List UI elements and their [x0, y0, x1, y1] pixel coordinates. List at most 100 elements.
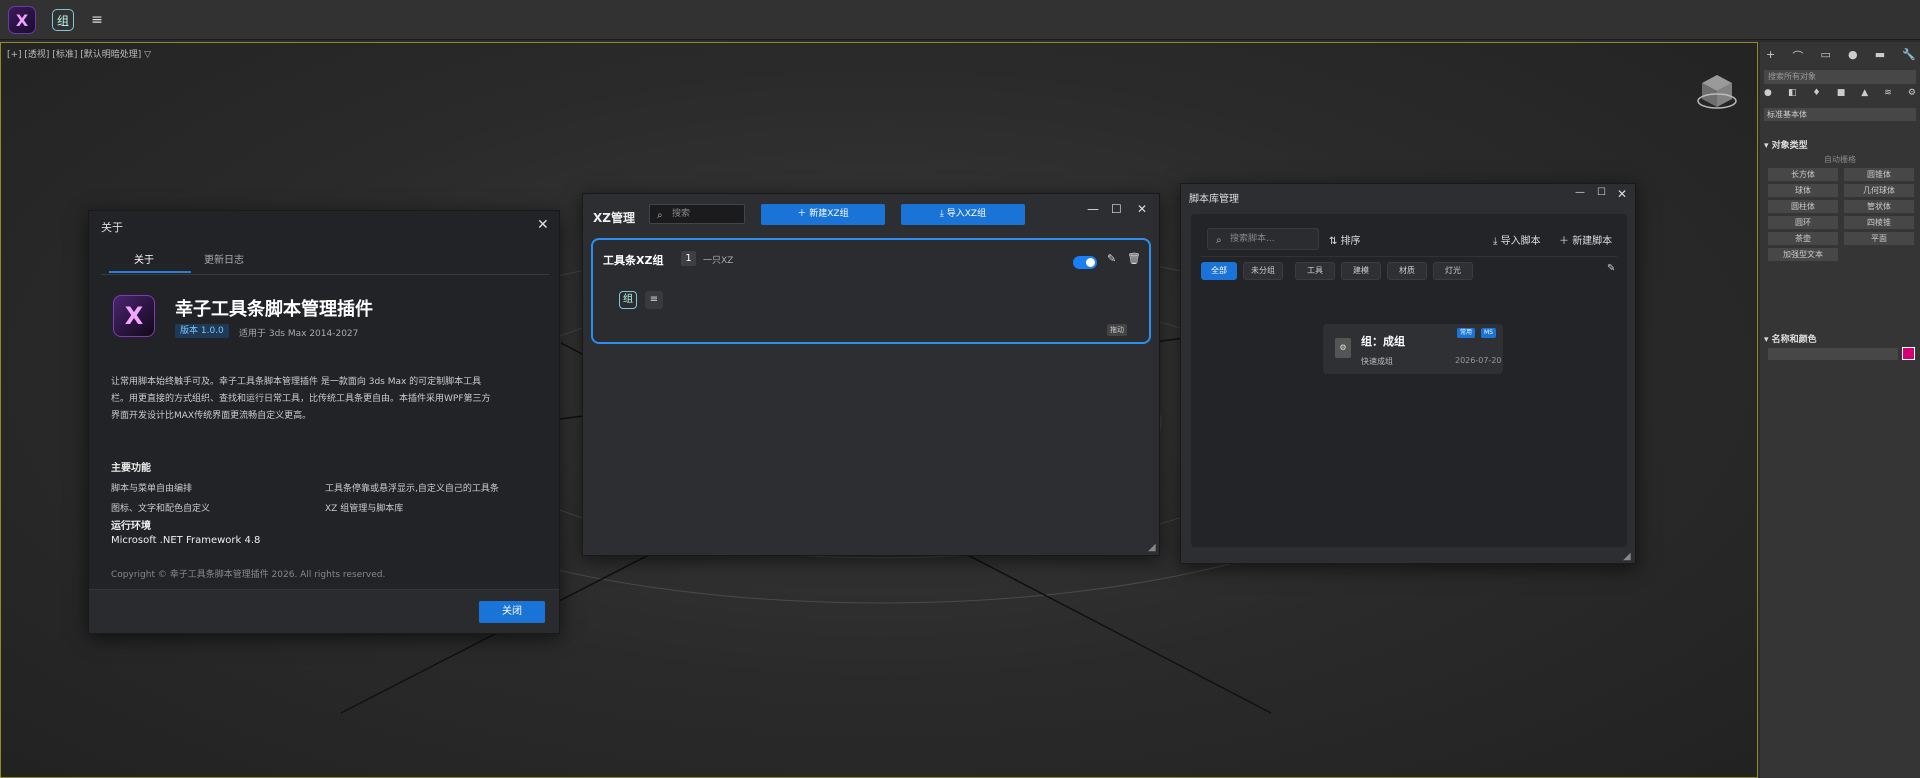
maximize-icon[interactable]: ☐	[1597, 187, 1606, 198]
close-icon[interactable]: ✕	[1137, 202, 1147, 216]
command-panel-tabs: + ⌒ ▭ ● ▬ 🔧	[1766, 48, 1916, 66]
geometry-icon[interactable]: ●	[1764, 88, 1772, 104]
pyramid-button[interactable]: 四棱锥	[1844, 216, 1914, 229]
drag-tag[interactable]: 拖动	[1107, 324, 1127, 336]
group-button[interactable]: 组	[52, 9, 74, 31]
xz-group-card[interactable]: 工具条XZ组 1 一只XZ ✎ 🗑 组 ≡ 拖动	[591, 238, 1151, 344]
app-title: 幸子工具条脚本管理插件	[175, 299, 373, 320]
xz-group-toggle[interactable]	[1073, 256, 1097, 269]
list-icon[interactable]: ≡	[645, 291, 663, 309]
resize-grip-icon[interactable]: ◢	[1623, 551, 1631, 562]
geosphere-button[interactable]: 几何球体	[1844, 184, 1914, 197]
utilities-tab-icon[interactable]: 🔧	[1902, 48, 1916, 66]
version-badge: 版本 1.0.0	[175, 324, 229, 338]
close-icon[interactable]: ✕	[1617, 187, 1627, 201]
category-icons: ● ◧ ♦ ■ ▲ ≋ ⚙	[1764, 88, 1916, 104]
xz-search-input[interactable]: ⌕ 搜索	[649, 204, 745, 224]
display-tab-icon[interactable]: ▬	[1875, 48, 1885, 66]
box-button[interactable]: 长方体	[1768, 168, 1838, 181]
object-name-field[interactable]	[1768, 348, 1898, 360]
script-item[interactable]: ⚙ 组：成组 常用 MS 快速成组 2026-07-20	[1323, 324, 1503, 374]
primitive-type-dropdown[interactable]: 标准基本体	[1764, 108, 1916, 121]
script-subtitle: 快速成组	[1361, 357, 1393, 366]
object-search-input[interactable]: 搜索所有对象	[1764, 70, 1916, 84]
shapes-icon[interactable]: ◧	[1788, 88, 1797, 104]
primitive-buttons: 长方体 圆锥体 球体 几何球体 圆柱体 管状体 圆环 四棱锥 茶壶 平面 加强型…	[1768, 168, 1914, 261]
xz-group-name: 工具条XZ组	[603, 254, 664, 267]
edit-icon[interactable]: ✎	[1607, 263, 1615, 274]
systems-icon[interactable]: ⚙	[1908, 88, 1916, 104]
auto-grid-checkbox[interactable]: 自动栅格	[1764, 154, 1916, 165]
xz-manager-window: XZ管理 ⌕ 搜索 ＋ 新建XZ组 ⤓ 导入XZ组 — ☐ ✕ 工具条XZ组 1…	[582, 193, 1160, 556]
about-dialog-title: 关于	[101, 221, 123, 234]
sort-button[interactable]: ⇅ 排序	[1329, 232, 1361, 247]
script-search-input[interactable]: ⌕ 搜索脚本...	[1207, 228, 1319, 250]
feature-item: 工具条停靠或悬浮显示,自定义自己的工具条	[325, 484, 499, 494]
cone-button[interactable]: 圆锥体	[1844, 168, 1914, 181]
filter-chip-tools[interactable]: 工具	[1295, 262, 1335, 280]
resize-grip-icon[interactable]: ◢	[1148, 542, 1156, 553]
search-icon: ⌕	[657, 210, 663, 221]
filter-chip-ungrouped[interactable]: 未分组	[1243, 262, 1283, 280]
app-description: 让常用脚本始终触手可及。幸子工具条脚本管理插件 是一款面向 3ds Max 的可…	[111, 377, 491, 421]
spacewarps-icon[interactable]: ≋	[1884, 88, 1892, 104]
maximize-icon[interactable]: ☐	[1111, 202, 1122, 216]
close-icon[interactable]: ✕	[537, 217, 549, 233]
object-color-swatch[interactable]	[1902, 347, 1915, 360]
import-script-button[interactable]: ⤓ 导入脚本	[1493, 232, 1541, 247]
lights-icon[interactable]: ♦	[1813, 88, 1821, 104]
text-plus-button[interactable]: 加强型文本	[1768, 248, 1838, 261]
env-value: Microsoft .NET Framework 4.8	[111, 535, 261, 546]
divider	[101, 274, 549, 275]
teapot-button[interactable]: 茶壶	[1768, 232, 1838, 245]
list-menu-icon[interactable]: ≡	[86, 9, 108, 31]
group-icon[interactable]: 组	[619, 291, 637, 309]
cylinder-button[interactable]: 圆柱体	[1768, 200, 1838, 213]
close-button[interactable]: 关闭	[479, 601, 545, 623]
filter-chip-material[interactable]: 材质	[1387, 262, 1427, 280]
search-icon: ⌕	[1216, 235, 1222, 246]
viewcube-icon[interactable]	[1696, 71, 1738, 113]
script-library-window: 脚本库管理 — ☐ ✕ ⌕ 搜索脚本... ⇅ 排序 ⤓ 导入脚本 ＋ 新建脚本…	[1180, 183, 1636, 564]
plane-button[interactable]: 平面	[1844, 232, 1914, 245]
script-badge: 常用	[1457, 328, 1476, 338]
create-tab-icon[interactable]: +	[1766, 48, 1775, 66]
sphere-button[interactable]: 球体	[1768, 184, 1838, 197]
feature-item: XZ 组管理与脚本库	[325, 504, 404, 514]
script-file-icon: ⚙	[1335, 338, 1351, 358]
top-toolbar: X 组 ≡	[0, 0, 1920, 40]
xz-group-subtitle: 一只XZ	[703, 256, 734, 266]
edit-icon[interactable]: ✎	[1107, 252, 1116, 265]
script-date: 2026-07-20	[1455, 356, 1502, 365]
tab-underline	[109, 271, 191, 273]
features-heading: 主要功能	[111, 463, 151, 474]
app-logo-icon[interactable]: X	[8, 6, 36, 34]
copyright-text: Copyright © 幸子工具条脚本管理插件 2026. All rights…	[111, 570, 386, 580]
minimize-icon[interactable]: —	[1087, 202, 1099, 216]
cameras-icon[interactable]: ■	[1837, 88, 1846, 104]
name-color-section[interactable]: ▾ 名称和颜色	[1764, 332, 1916, 345]
viewport-label[interactable]: [+] [透视] [标准] [默认明暗处理] ▽	[7, 47, 151, 60]
torus-button[interactable]: 圆环	[1768, 216, 1838, 229]
about-dialog: 关于 ✕ 关于 更新日志 X 幸子工具条脚本管理插件 版本 1.0.0 适用于 …	[88, 210, 560, 634]
new-xz-group-button[interactable]: ＋ 新建XZ组	[761, 204, 885, 225]
tab-about[interactable]: 关于	[134, 251, 154, 266]
new-script-button[interactable]: ＋ 新建脚本	[1559, 232, 1612, 247]
motion-tab-icon[interactable]: ●	[1848, 48, 1858, 66]
modify-tab-icon[interactable]: ⌒	[1792, 48, 1803, 66]
tube-button[interactable]: 管状体	[1844, 200, 1914, 213]
filter-chip-modeling[interactable]: 建模	[1341, 262, 1381, 280]
filter-chip-lighting[interactable]: 灯光	[1433, 262, 1473, 280]
feature-item: 图标、文字和配色自定义	[111, 504, 211, 514]
script-library-title: 脚本库管理	[1189, 194, 1239, 205]
tab-changelog[interactable]: 更新日志	[204, 251, 244, 266]
hierarchy-tab-icon[interactable]: ▭	[1820, 48, 1830, 66]
trash-icon[interactable]: 🗑	[1127, 252, 1141, 265]
filter-chip-all[interactable]: 全部	[1201, 262, 1237, 280]
divider	[1201, 256, 1617, 257]
minimize-icon[interactable]: —	[1575, 187, 1585, 198]
import-xz-group-button[interactable]: ⤓ 导入XZ组	[901, 204, 1025, 225]
object-type-section[interactable]: ▾ 对象类型	[1764, 138, 1916, 151]
feature-item: 脚本与菜单自由编排	[111, 484, 193, 494]
helpers-icon[interactable]: ▲	[1861, 88, 1868, 104]
